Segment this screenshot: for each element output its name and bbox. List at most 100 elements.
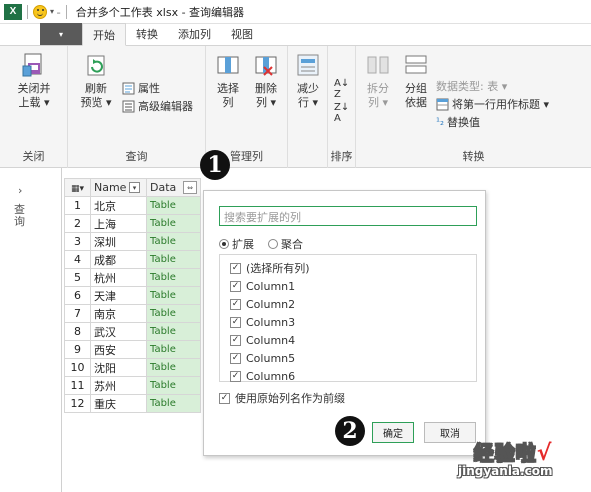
group-close-label: 关闭 (22, 150, 45, 163)
table-row[interactable]: 7 南京 Table (64, 304, 201, 323)
close-and-load-label-2: 上载 ▾ (18, 96, 50, 109)
column-header-data[interactable]: Data ⇔ (146, 178, 201, 197)
advanced-editor-button[interactable]: 高级编辑器 (122, 98, 193, 114)
name-cell[interactable]: 重庆 (90, 394, 147, 413)
reduce-rows-button[interactable]: 减少 行 ▾ (290, 54, 326, 110)
choose-columns-button[interactable]: 选择 列 (210, 56, 246, 110)
tab-transform[interactable]: 转换 (126, 23, 168, 45)
ok-button[interactable]: 确定 (372, 422, 414, 443)
table-row[interactable]: 4 成都 Table (64, 250, 201, 269)
file-menu-button[interactable]: ▾ (40, 23, 82, 211)
column-checkbox-item[interactable]: ✓ Column3 (220, 313, 476, 331)
data-cell[interactable]: Table (146, 286, 201, 305)
group-by-button[interactable]: 分组 依据 (400, 55, 432, 110)
data-cell[interactable]: Table (146, 250, 201, 269)
radio-aggregate[interactable]: 聚合 (268, 236, 303, 252)
name-cell[interactable]: 南京 (90, 304, 147, 323)
column-checkbox-label: (选择所有列) (246, 262, 310, 275)
split-column-label-1: 拆分 (367, 82, 389, 95)
checkbox-checked-icon: ✓ (230, 316, 241, 328)
feedback-smiley-icon[interactable] (33, 4, 47, 19)
name-cell[interactable]: 西安 (90, 340, 147, 359)
name-cell[interactable]: 杭州 (90, 268, 147, 287)
ribbon: 关闭并 上载 ▾ 关闭 刷新 预览 ▾ 属性 高级编辑器 查询 选择 列 删除 … (0, 46, 591, 168)
advanced-editor-label: 高级编辑器 (138, 100, 193, 113)
tab-view[interactable]: 视图 (221, 23, 263, 45)
name-cell[interactable]: 成都 (90, 250, 147, 269)
data-cell[interactable]: Table (146, 214, 201, 233)
data-cell[interactable]: Table (146, 394, 201, 413)
expand-mode-radio-group: 扩展 聚合 (219, 236, 303, 252)
sort-buttons[interactable]: A↓ Z Z↓ A (334, 78, 349, 124)
table-row[interactable]: 6 天津 Table (64, 286, 201, 305)
tab-home[interactable]: 开始 (82, 23, 126, 46)
refresh-preview-button[interactable]: 刷新 预览 ▾ (74, 55, 118, 110)
expand-column-icon[interactable]: ⇔ (183, 181, 197, 194)
column-checkbox-item[interactable]: ✓ Column6 (220, 367, 476, 385)
use-prefix-label: 使用原始列名作为前缀 (235, 392, 345, 405)
checkbox-checked-icon: ✓ (230, 352, 241, 364)
data-cell[interactable]: Table (146, 358, 201, 377)
name-cell[interactable]: 苏州 (90, 376, 147, 395)
name-cell[interactable]: 深圳 (90, 232, 147, 251)
column-checkbox-item[interactable]: ✓ (选择所有列) (220, 259, 476, 277)
radio-expand[interactable]: 扩展 (219, 236, 254, 252)
column-checkbox-item[interactable]: ✓ Column2 (220, 295, 476, 313)
checkbox-checked-icon: ✓ (230, 262, 241, 274)
name-cell[interactable]: 天津 (90, 286, 147, 305)
title-bar: X ▾ ₌ 合并多个工作表 xlsx - 查询编辑器 (0, 0, 591, 24)
use-first-row-as-headers-button[interactable]: 将第一行用作标题 ▾ (436, 96, 549, 112)
replace-values-label: 替换值 (447, 116, 481, 129)
table-row[interactable]: 11 苏州 Table (64, 376, 201, 395)
data-type-dropdown[interactable]: 数据类型: 表 ▾ (436, 78, 507, 94)
table-row[interactable]: 2 上海 Table (64, 214, 201, 233)
queries-pane-label: 查询 (14, 203, 25, 228)
close-and-load-button[interactable]: 关闭并 上载 ▾ (6, 52, 62, 110)
data-cell[interactable]: Table (146, 340, 201, 359)
name-cell[interactable]: 上海 (90, 214, 147, 233)
table-row[interactable]: 1 北京 Table (64, 196, 201, 215)
data-cell[interactable]: Table (146, 232, 201, 251)
table-corner-menu[interactable]: ▦▾ (64, 178, 91, 197)
column-checkbox-item[interactable]: ✓ Column4 (220, 331, 476, 349)
reduce-rows-icon (295, 52, 321, 78)
window-title: 合并多个工作表 xlsx - 查询编辑器 (75, 5, 245, 19)
name-cell[interactable]: 武汉 (90, 322, 147, 341)
sort-descending-icon[interactable]: Z↓ A (334, 102, 349, 124)
queries-pane: › 查询 (0, 168, 62, 492)
data-cell[interactable]: Table (146, 196, 201, 215)
table-row[interactable]: 12 重庆 Table (64, 394, 201, 413)
column-checkbox-item[interactable]: ✓ Column1 (220, 277, 476, 295)
refresh-icon (83, 52, 109, 78)
name-cell[interactable]: 北京 (90, 196, 147, 215)
column-checkbox-label: Column5 (246, 351, 296, 365)
split-column-button[interactable]: 拆分 列 ▾ (360, 56, 396, 110)
data-cell[interactable]: Table (146, 322, 201, 341)
checkbox-checked-icon: ✓ (230, 370, 241, 382)
remove-columns-button[interactable]: 删除 列 ▾ (248, 56, 284, 110)
table-row[interactable]: 3 深圳 Table (64, 232, 201, 251)
table-row[interactable]: 8 武汉 Table (64, 322, 201, 341)
data-cell[interactable]: Table (146, 304, 201, 323)
column-checkbox-item[interactable]: ✓ Column5 (220, 349, 476, 367)
quick-access-dropdown-icon[interactable]: ▾ ₌ (50, 7, 61, 16)
table-row[interactable]: 5 杭州 Table (64, 268, 201, 287)
replace-values-button[interactable]: ¹₂ 替换值 (436, 114, 480, 130)
expand-pane-chevron-icon[interactable]: › (18, 184, 22, 197)
name-cell[interactable]: 沈阳 (90, 358, 147, 377)
data-cell[interactable]: Table (146, 268, 201, 287)
use-prefix-checkbox[interactable]: ✓ 使用原始列名作为前缀 (219, 390, 345, 406)
table-row[interactable]: 9 西安 Table (64, 340, 201, 359)
tab-add-column[interactable]: 添加列 (168, 23, 221, 45)
choose-columns-label-2: 列 (222, 96, 234, 109)
table-row[interactable]: 10 沈阳 Table (64, 358, 201, 377)
group-transform: 拆分 列 ▾ 分组 依据 数据类型: 表 ▾ 将第一行用作标题 ▾ ¹₂ 替换值… (356, 46, 591, 168)
search-columns-input[interactable]: 搜索要扩展的列 (219, 206, 477, 226)
sort-ascending-icon[interactable]: A↓ Z (334, 78, 349, 100)
data-cell[interactable]: Table (146, 376, 201, 395)
filter-dropdown-icon[interactable]: ▾ (129, 182, 140, 193)
row-number: 5 (64, 268, 91, 287)
properties-button[interactable]: 属性 (122, 80, 160, 96)
column-header-name[interactable]: Name ▾ (90, 178, 147, 197)
row-number: 11 (64, 376, 91, 395)
